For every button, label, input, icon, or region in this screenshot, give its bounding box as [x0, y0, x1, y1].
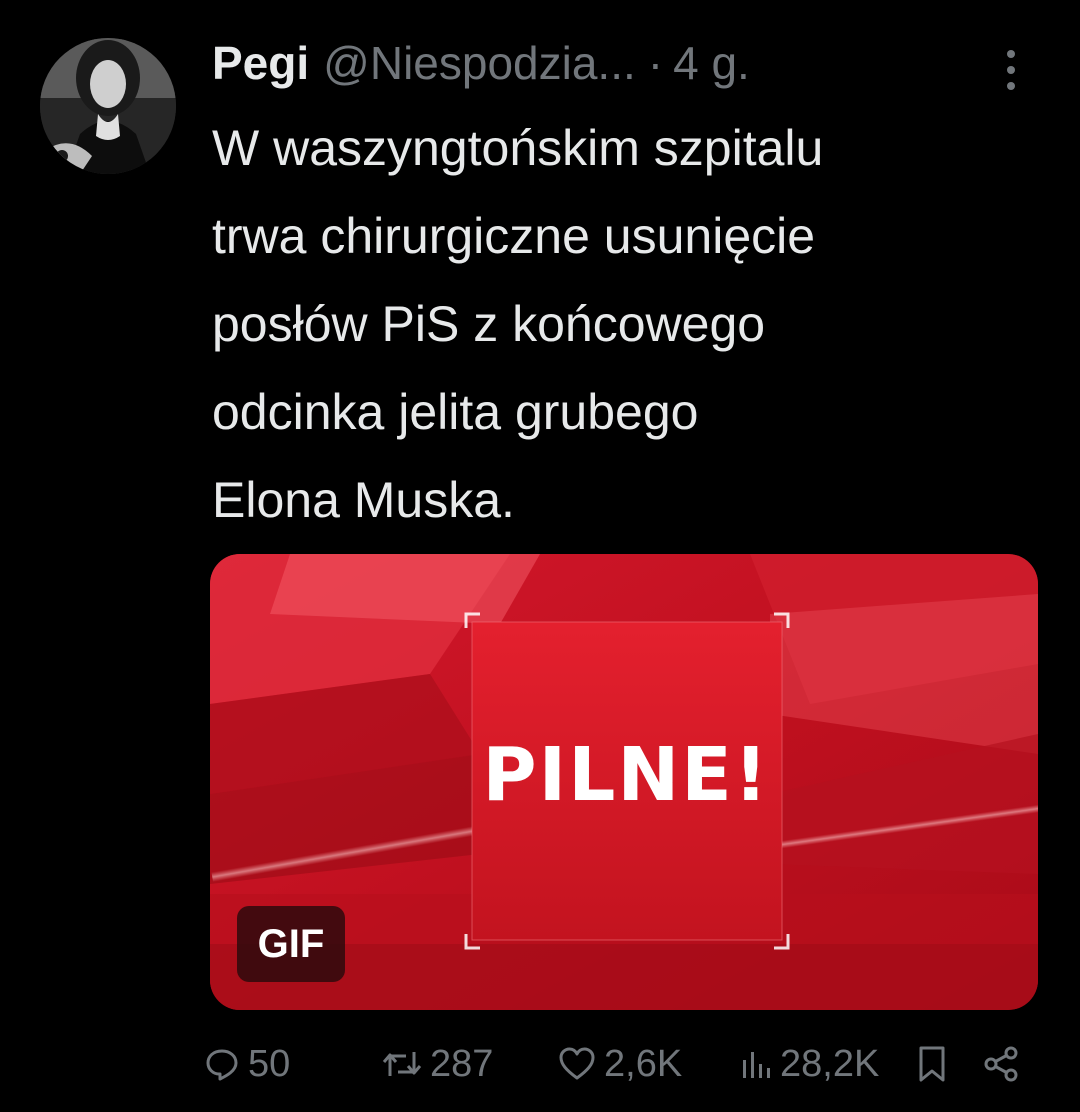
- avatar[interactable]: [40, 38, 176, 174]
- tweet-text: W waszyngtońskim szpitalu trwa chirurgic…: [212, 120, 824, 528]
- retweet-count: 287: [430, 1042, 494, 1085]
- reply-button[interactable]: 50: [204, 1036, 290, 1092]
- views-button[interactable]: 28,2K: [740, 1036, 879, 1092]
- like-button[interactable]: 2,6K: [558, 1036, 682, 1092]
- share-button[interactable]: [982, 1036, 1028, 1092]
- tweet-card[interactable]: Pegi @Niespodzia... · 4 g. W waszyngtońs…: [0, 0, 1080, 1112]
- gif-badge: GIF: [237, 906, 345, 982]
- bar-chart-icon: [740, 1046, 772, 1082]
- media-headline: PILNE!: [482, 732, 770, 818]
- more-vertical-icon[interactable]: [996, 46, 1026, 94]
- bookmark-button[interactable]: [916, 1036, 956, 1092]
- tweet-actions: 50 287 2,6K 28,2K: [200, 1036, 1040, 1092]
- reply-count: 50: [248, 1042, 291, 1085]
- retweet-arrows-icon: [382, 1046, 422, 1082]
- retweet-button[interactable]: 287: [382, 1036, 493, 1092]
- header-separator: ·: [647, 37, 664, 89]
- reply-bubble-icon: [204, 1046, 240, 1082]
- tweet-media-gif[interactable]: PILNE! GIF: [210, 554, 1038, 1010]
- bookmark-icon: [916, 1045, 948, 1083]
- author-name[interactable]: Pegi: [212, 36, 309, 90]
- heart-icon: [558, 1046, 596, 1082]
- tweet-timestamp[interactable]: 4 g.: [673, 36, 750, 90]
- share-icon: [982, 1045, 1020, 1083]
- views-count: 28,2K: [780, 1042, 880, 1085]
- tweet-header: Pegi @Niespodzia... · 4 g.: [212, 36, 1032, 96]
- like-count: 2,6K: [604, 1042, 683, 1085]
- author-handle[interactable]: @Niespodzia...: [323, 36, 636, 90]
